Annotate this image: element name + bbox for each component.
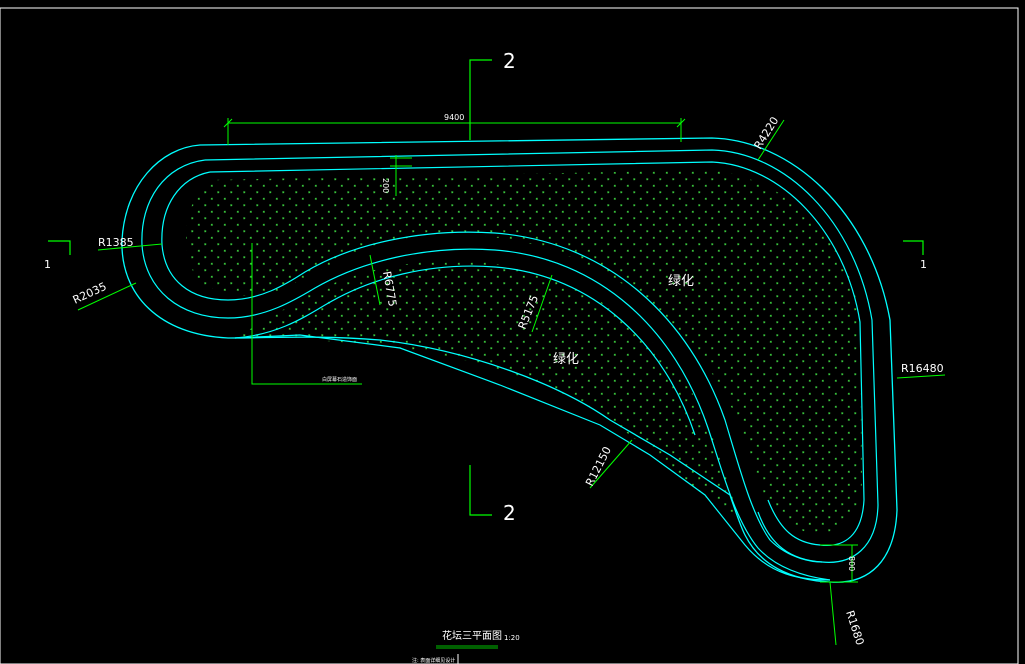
radius-leader-r16480 [896, 374, 946, 379]
drawing-title: 花坛三平面图 [442, 629, 502, 642]
section-mark-bottom [469, 465, 492, 516]
drawing-scale: 1:20 [504, 634, 520, 642]
section-mark-left [48, 240, 71, 255]
footer-note: 注: 表面详细见设计 [412, 657, 455, 664]
radius-label-r16480: R16480 [901, 362, 944, 375]
section-mark-right-label: 1 [920, 258, 927, 271]
cad-drawing-canvas: 2 2 1 1 9400 200 800 R4220 R1385 R2035 R… [0, 7, 1019, 664]
length-dimension-text: 9400 [444, 113, 464, 122]
section-mark-bottom-label: 2 [503, 501, 516, 525]
planting-label-upper: 绿化 [668, 274, 694, 289]
section-mark-top-label: 2 [503, 49, 516, 73]
gap-dimension-text: 200 [381, 178, 390, 193]
section-mark-right [903, 240, 924, 255]
section-mark-top [469, 59, 492, 140]
radius-label-r4220: R4220 [752, 114, 782, 151]
radius-label-r2035: R2035 [71, 280, 109, 307]
radius-label-r1385: R1385 [98, 236, 134, 249]
planting-label-lower: 绿化 [553, 352, 579, 367]
section-mark-left-label: 1 [44, 258, 51, 271]
radius-leader-r1680 [829, 581, 837, 646]
radius-label-r1680: R1680 [843, 609, 866, 647]
end-dimension-text: 800 [847, 556, 856, 571]
material-leader-note: 白屏幕石造饰面 [322, 376, 357, 383]
title-underline [436, 645, 498, 649]
